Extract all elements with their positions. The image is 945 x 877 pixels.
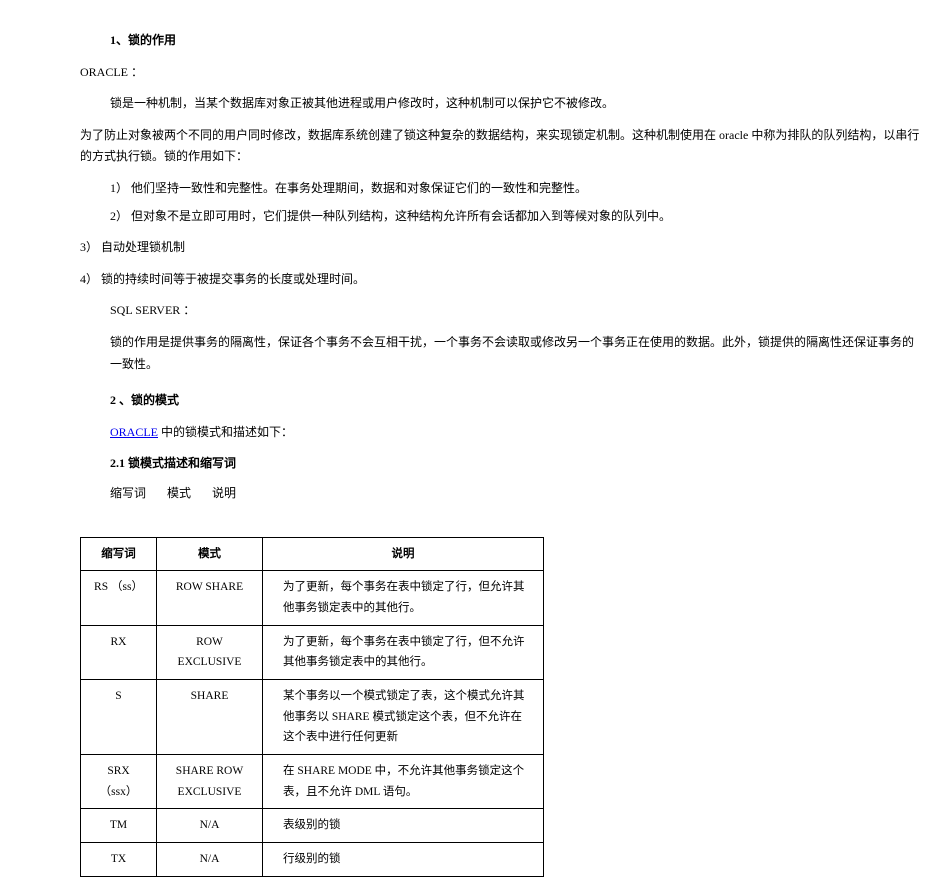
th-mode: 模式: [157, 537, 263, 571]
table-row: RS （ss） ROW SHARE 为了更新，每个事务在表中锁定了行，但允许其他…: [81, 571, 544, 625]
table-row: RX ROW EXCLUSIVE 为了更新，每个事务在表中锁定了行，但不允许其他…: [81, 625, 544, 679]
th-abbr: 缩写词: [81, 537, 157, 571]
td-desc: 某个事务以一个模式锁定了表，这个模式允许其他事务以 SHARE 模式锁定这个表，…: [263, 679, 544, 754]
td-mode: ROW EXCLUSIVE: [157, 625, 263, 679]
oracle-label: ORACLE ：: [80, 62, 925, 84]
td-abbr: TX: [81, 843, 157, 877]
table-row: SRX （ssx） SHARE ROW EXCLUSIVE 在 SHARE MO…: [81, 755, 544, 809]
oracle-link[interactable]: ORACLE: [110, 425, 158, 439]
th-desc: 说明: [263, 537, 544, 571]
td-desc: 表级别的锁: [263, 809, 544, 843]
td-mode: N/A: [157, 809, 263, 843]
label-mode: 模式: [167, 486, 191, 500]
page-content: 1、锁的作用 ORACLE ： 锁是一种机制，当某个数据库对象正被其他进程或用户…: [0, 0, 945, 533]
heading-lock-mode: 2 、锁的模式: [110, 390, 925, 412]
table-row: TM N/A 表级别的锁: [81, 809, 544, 843]
td-desc: 行级别的锁: [263, 843, 544, 877]
list-item-3: 3） 自动处理锁机制: [80, 237, 925, 259]
list-item-1: 1） 他们坚持一致性和完整性。在事务处理期间，数据和对象保证它们的一致性和完整性…: [110, 178, 925, 200]
table-header-row: 缩写词 模式 说明: [81, 537, 544, 571]
sqlserver-desc: 锁的作用是提供事务的隔离性，保证各个事务不会互相干扰，一个事务不会读取或修改另一…: [110, 332, 925, 375]
td-mode: ROW SHARE: [157, 571, 263, 625]
oracle-desc-1: 锁是一种机制，当某个数据库对象正被其他进程或用户修改时，这种机制可以保护它不被修…: [110, 93, 925, 115]
list-item-2: 2） 但对象不是立即可用时，它们提供一种队列结构，这种结构允许所有会话都加入到等…: [110, 206, 925, 228]
oracle-desc-2: 为了防止对象被两个不同的用户同时修改，数据库系统创建了锁这种复杂的数据结构，来实…: [80, 125, 925, 168]
table-row: S SHARE 某个事务以一个模式锁定了表，这个模式允许其他事务以 SHARE …: [81, 679, 544, 754]
td-abbr: TM: [81, 809, 157, 843]
td-abbr: RX: [81, 625, 157, 679]
label-abbr: 缩写词: [110, 486, 146, 500]
td-mode: SHARE: [157, 679, 263, 754]
td-desc: 为了更新，每个事务在表中锁定了行，但允许其他事务锁定表中的其他行。: [263, 571, 544, 625]
td-mode: N/A: [157, 843, 263, 877]
heading-lock-purpose: 1、锁的作用: [110, 30, 925, 52]
heading-mode-desc-abbr: 2.1 锁模式描述和缩写词: [110, 453, 925, 475]
td-abbr: RS （ss）: [81, 571, 157, 625]
td-desc: 在 SHARE MODE 中，不允许其他事务锁定这个表，且不允许 DML 语句。: [263, 755, 544, 809]
td-abbr: S: [81, 679, 157, 754]
oracle-mode-intro: ORACLE 中的锁模式和描述如下：: [110, 422, 925, 444]
label-desc: 说明: [212, 486, 236, 500]
list-item-4: 4） 锁的持续时间等于被提交事务的长度或处理时间。: [80, 269, 925, 291]
table-row: TX N/A 行级别的锁: [81, 843, 544, 877]
td-mode: SHARE ROW EXCLUSIVE: [157, 755, 263, 809]
sqlserver-label: SQL SERVER ：: [110, 300, 925, 322]
table-col-labels: 缩写词 模式 说明: [110, 483, 925, 505]
td-abbr: SRX （ssx）: [81, 755, 157, 809]
td-desc: 为了更新，每个事务在表中锁定了行，但不允许其他事务锁定表中的其他行。: [263, 625, 544, 679]
lock-mode-table: 缩写词 模式 说明 RS （ss） ROW SHARE 为了更新，每个事务在表中…: [80, 537, 544, 877]
oracle-mode-intro-text: 中的锁模式和描述如下：: [158, 425, 293, 439]
